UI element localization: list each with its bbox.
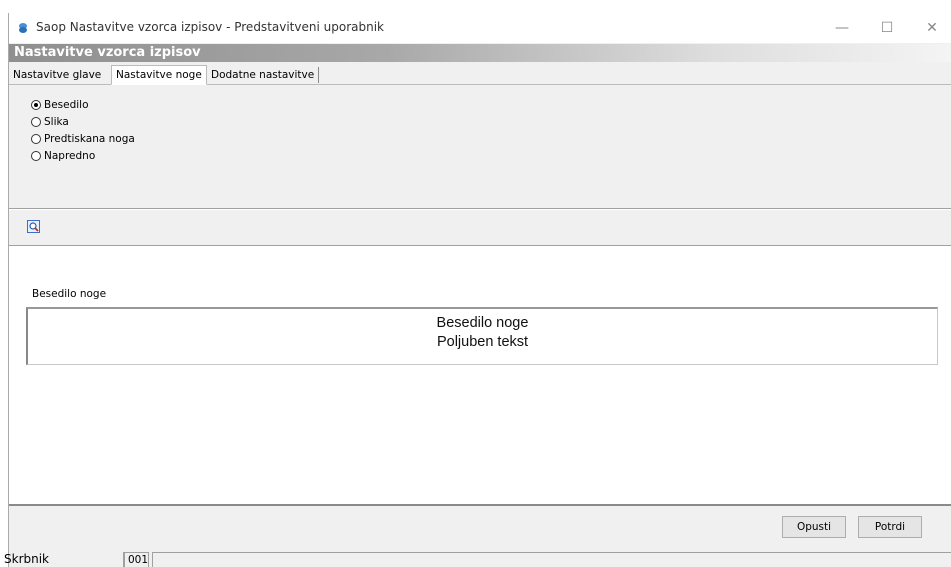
preview-icon[interactable] [27, 220, 40, 233]
window-title: Saop Nastavitve vzorca izpisov - Predsta… [36, 20, 384, 34]
close-button[interactable]: ✕ [909, 13, 951, 43]
radio-label: Besedilo [44, 98, 89, 111]
tab-header-settings[interactable]: Nastavitve glave [9, 67, 105, 83]
footer-text-label: Besedilo noge [32, 288, 107, 300]
confirm-button[interactable]: Potrdi [858, 516, 922, 538]
cancel-button[interactable]: Opusti [782, 516, 846, 538]
status-extra [152, 552, 951, 567]
radio-button[interactable] [31, 133, 41, 144]
footer-text-line: Poljuben tekst [436, 334, 529, 350]
radio-option-advanced[interactable]: Napredno [31, 147, 135, 164]
divider [9, 504, 951, 506]
footer-text-panel: Besedilo noge Besedilo noge Poljuben tek… [9, 246, 951, 504]
radio-label: Predtiskana noga [44, 132, 135, 145]
radio-label: Napredno [44, 149, 96, 162]
header-banner: Nastavitve vzorca izpisov [9, 44, 951, 62]
tab-strip: Nastavitve glave Nastavitve noge Dodatne… [9, 65, 951, 85]
minimize-button[interactable]: — [819, 13, 865, 43]
status-code: 001 [124, 552, 149, 567]
radio-option-preprinted[interactable]: Predtiskana noga [31, 130, 135, 147]
tab-footer-settings[interactable]: Nastavitve noge [111, 65, 207, 85]
status-user: Skrbnik [1, 552, 124, 567]
tab-additional-settings[interactable]: Dodatne nastavitve [206, 67, 320, 83]
radio-option-image[interactable]: Slika [31, 113, 135, 130]
app-logo-icon [19, 23, 27, 33]
radio-option-text[interactable]: Besedilo [31, 96, 135, 113]
radio-label: Slika [44, 115, 69, 128]
radio-button[interactable] [31, 99, 41, 110]
radio-button[interactable] [31, 150, 41, 161]
footer-type-group: Besedilo Slika Predtiskana noga Napredno [31, 96, 135, 164]
footer-text-line: Besedilo noge [436, 315, 529, 331]
radio-button[interactable] [31, 116, 41, 127]
banner-title: Nastavitve vzorca izpisov [14, 45, 201, 60]
status-bar: Skrbnik 001 [4, 550, 951, 567]
maximize-button[interactable]: ☐ [864, 13, 910, 43]
footer-text-editor[interactable]: Besedilo noge Poljuben tekst [26, 307, 938, 365]
settings-window: Saop Nastavitve vzorca izpisov - Predsta… [4, 13, 951, 567]
title-bar: Saop Nastavitve vzorca izpisov - Predsta… [9, 13, 951, 43]
divider [9, 209, 951, 210]
